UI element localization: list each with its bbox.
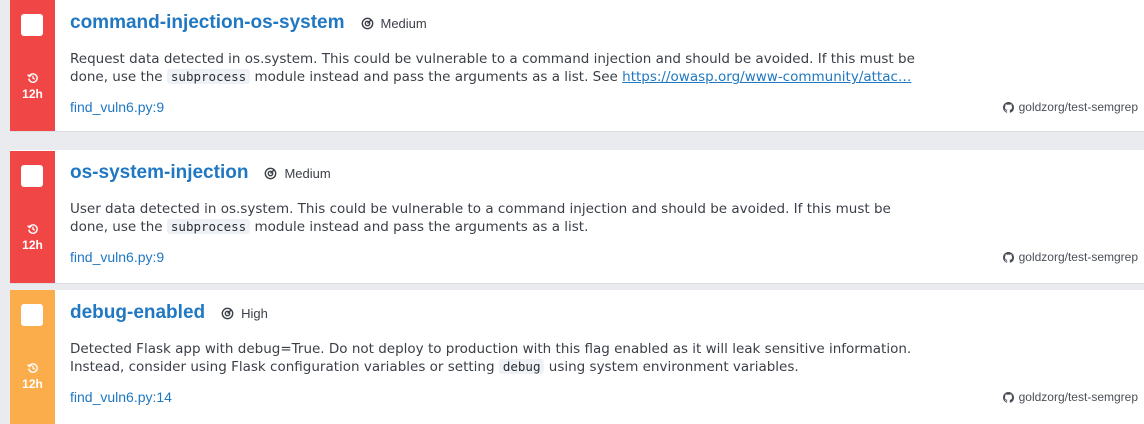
rule-title-link[interactable]: os-system-injection <box>70 162 248 184</box>
severity-label: Medium <box>380 15 427 31</box>
finding-message: Detected Flask app with debug=True. Do n… <box>70 340 915 376</box>
severity-strip: 12h <box>10 151 55 283</box>
file-location-link[interactable]: find_vuln6.py:9 <box>70 99 164 115</box>
severity-label: High <box>241 305 268 321</box>
repo-name: goldzorg/test-semgrep <box>1018 250 1138 264</box>
history-icon <box>26 363 38 373</box>
message-text: using system environment variables. <box>544 359 799 375</box>
age-indicator: 12h <box>10 223 55 252</box>
age-text: 12h <box>22 238 43 252</box>
severity-icon <box>221 307 234 319</box>
inline-code: debug <box>498 359 545 374</box>
reference-link[interactable]: https://owasp.org/www-community/attac… <box>622 69 911 85</box>
finding-message: User data detected in os.system. This co… <box>70 200 915 236</box>
github-icon <box>1002 391 1014 403</box>
select-checkbox[interactable] <box>21 14 43 36</box>
file-location-link[interactable]: find_vuln6.py:14 <box>70 389 172 405</box>
github-icon <box>1002 101 1014 113</box>
repo-name: goldzorg/test-semgrep <box>1018 390 1138 404</box>
severity-icon <box>361 17 373 29</box>
severity-badge: High <box>221 306 268 321</box>
repo-link[interactable]: goldzorg/test-semgrep <box>1002 390 1138 404</box>
findings-list: 12h command-injection-os-system Medium R… <box>0 0 1144 424</box>
severity-strip: 12h <box>10 290 55 424</box>
title-row: debug-enabled High <box>70 300 268 326</box>
finding-card: 12h debug-enabled High Detected Flask ap… <box>10 290 1144 424</box>
history-icon <box>26 73 38 83</box>
github-icon <box>1002 251 1014 263</box>
history-icon <box>26 224 38 234</box>
rule-title-link[interactable]: debug-enabled <box>70 302 205 324</box>
select-checkbox[interactable] <box>21 165 43 187</box>
finding-card: 12h command-injection-os-system Medium R… <box>10 0 1144 132</box>
rule-title-link[interactable]: command-injection-os-system <box>70 12 345 34</box>
repo-link[interactable]: goldzorg/test-semgrep <box>1002 250 1138 264</box>
age-text: 12h <box>22 87 43 101</box>
severity-icon <box>265 167 277 179</box>
inline-code: subprocess <box>166 219 251 234</box>
repo-link[interactable]: goldzorg/test-semgrep <box>1002 100 1138 114</box>
title-row: command-injection-os-system Medium <box>70 10 427 36</box>
severity-badge: Medium <box>361 16 427 31</box>
age-text: 12h <box>22 377 43 391</box>
inline-code: subprocess <box>166 69 251 84</box>
finding-message: Request data detected in os.system. This… <box>70 50 915 86</box>
severity-strip: 12h <box>10 0 55 131</box>
severity-badge: Medium <box>264 165 331 181</box>
message-text: module instead and pass the arguments as… <box>250 219 589 235</box>
repo-name: goldzorg/test-semgrep <box>1018 100 1138 114</box>
file-location-link[interactable]: find_vuln6.py:9 <box>70 249 164 265</box>
finding-content: command-injection-os-system Medium Reque… <box>70 0 1144 131</box>
age-indicator: 12h <box>10 362 55 391</box>
finding-content: debug-enabled High Detected Flask app wi… <box>70 290 1144 424</box>
select-checkbox[interactable] <box>21 304 43 326</box>
message-text: module instead and pass the arguments as… <box>250 69 623 85</box>
age-indicator: 12h <box>10 72 55 101</box>
title-row: os-system-injection Medium <box>70 160 331 186</box>
finding-content: os-system-injection Medium User data det… <box>70 150 1144 283</box>
severity-label: Medium <box>284 165 331 181</box>
finding-card: 12h os-system-injection Medium User data… <box>10 150 1144 284</box>
